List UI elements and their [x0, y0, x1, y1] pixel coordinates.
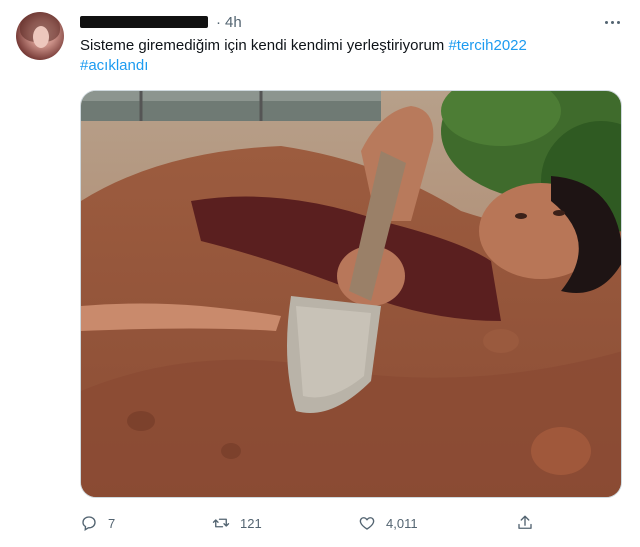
tweet-text: Sisteme giremediğim için kendi kendimi y…	[80, 36, 620, 76]
retweet-icon	[212, 518, 230, 528]
hashtag-link[interactable]: #acıklandı	[80, 57, 148, 74]
heart-icon	[359, 517, 375, 530]
ellipsis-icon	[604, 20, 608, 24]
reply-icon	[82, 516, 96, 532]
more-options-button[interactable]	[602, 12, 622, 32]
tweet-header: · 4h	[80, 12, 242, 32]
share-icon	[518, 515, 532, 529]
photo-illustration	[81, 91, 621, 497]
tweet-photo[interactable]	[80, 90, 622, 498]
ellipsis-dot	[616, 20, 620, 24]
hashtag-link[interactable]: #tercih2022	[448, 37, 526, 54]
tweet-body: Sisteme giremediğim için kendi kendimi y…	[80, 37, 449, 54]
avatar-face	[33, 26, 49, 48]
tweet-card[interactable]: · 4h Sisteme giremediğim için kendi kend…	[0, 0, 640, 547]
like-button[interactable]: 4,011	[358, 512, 418, 534]
retweet-count: 121	[240, 515, 262, 531]
retweet-button[interactable]: 121	[212, 512, 262, 534]
tweet-timestamp[interactable]: 4h	[225, 14, 242, 31]
share-button[interactable]	[516, 512, 544, 534]
header-separator: ·	[216, 13, 221, 31]
avatar[interactable]	[16, 12, 64, 60]
reply-button[interactable]: 7	[80, 512, 115, 534]
ellipsis-dot	[610, 20, 614, 24]
like-count: 4,011	[386, 515, 418, 531]
reply-count: 7	[108, 515, 116, 531]
redacted-username[interactable]	[80, 16, 208, 28]
action-bar: 7 121 4,011	[80, 512, 540, 534]
